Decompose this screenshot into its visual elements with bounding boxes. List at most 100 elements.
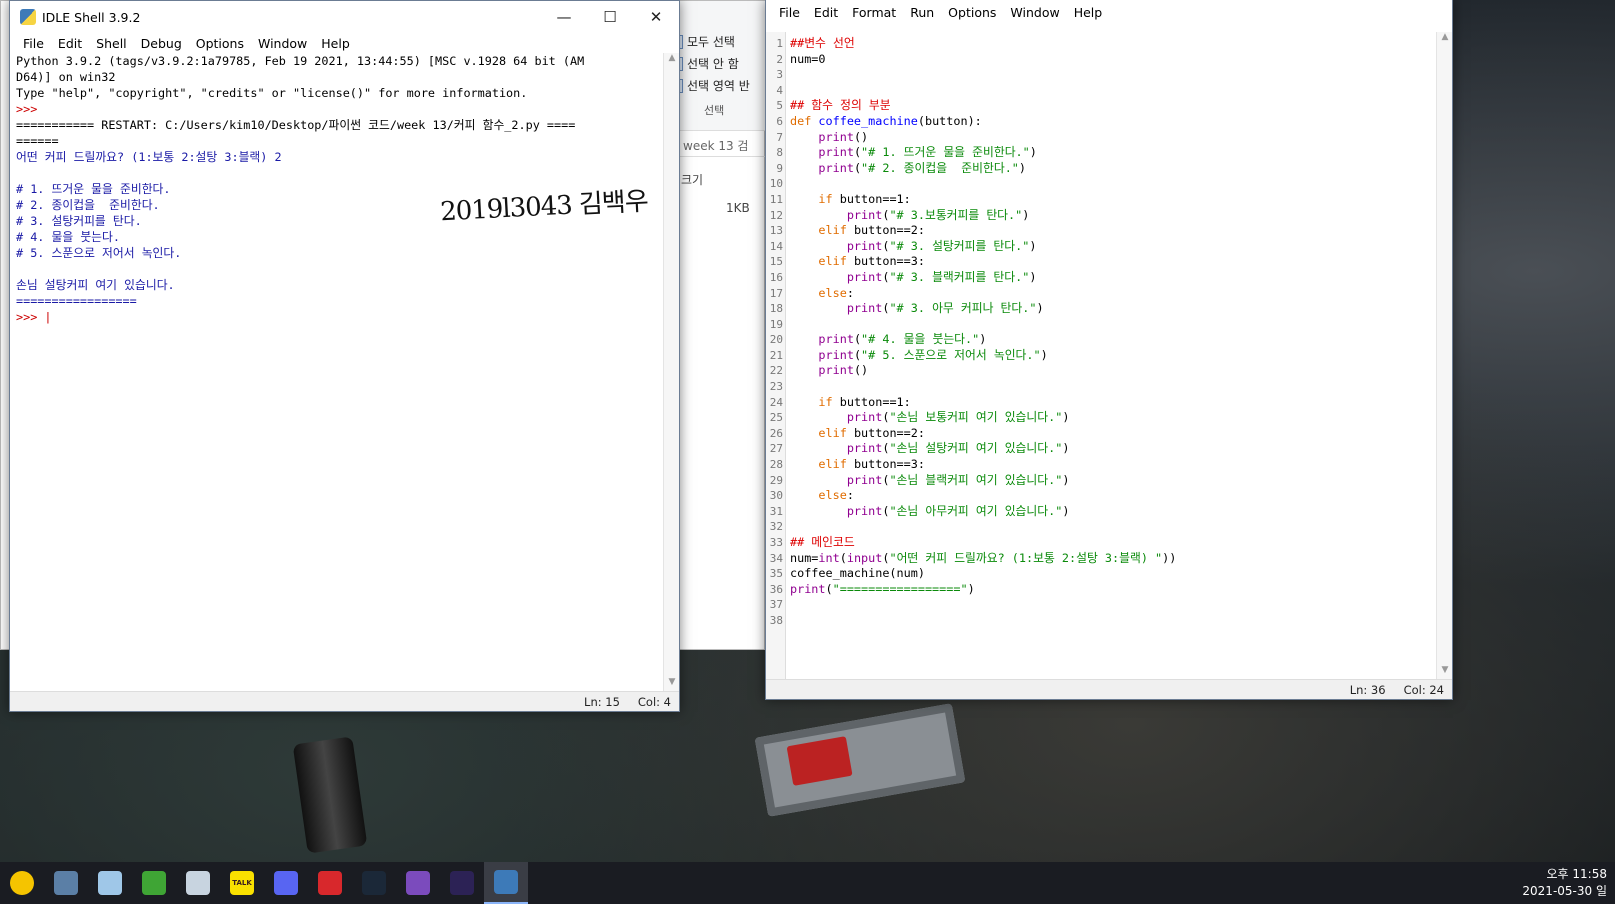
menu-file[interactable]: File [16, 36, 51, 51]
editor-menu-window[interactable]: Window [1003, 5, 1066, 20]
menu-help[interactable]: Help [314, 36, 357, 51]
shell-line: Type "help", "copyright", "credits" or "… [16, 86, 528, 100]
code-token: ) [1022, 207, 1030, 222]
menu-debug[interactable]: Debug [134, 36, 189, 51]
column-size-header[interactable]: 크기 [681, 171, 703, 188]
line-number: 21 [769, 348, 783, 362]
system-clock[interactable]: 오후 11:58 2021-05-30 일 [1522, 866, 1607, 900]
taskbar-discord-button[interactable] [264, 862, 308, 904]
code-token: def [790, 113, 819, 128]
visual-studio-icon [406, 871, 430, 895]
line-number: 28 [769, 458, 783, 472]
code-token: "# 3. 설탕커피를 탄다." [889, 238, 1030, 253]
code-editor[interactable]: ##변수 선언 num=0 ## 함수 정의 부분 def coffee_machi… [790, 36, 1432, 679]
taskbar-calculator-button[interactable] [44, 862, 88, 904]
taskbar-play-button[interactable] [0, 862, 44, 904]
taskbar-kakaotalk-button[interactable]: TALK [220, 862, 264, 904]
taskbar-torrent-button[interactable] [132, 862, 176, 904]
editor-line-number: Ln: 36 [1349, 682, 1386, 697]
menu-edit[interactable]: Edit [51, 36, 89, 51]
editor-statusbar: Ln: 36 Col: 24 [766, 679, 1452, 699]
code-token: num= [790, 550, 819, 565]
clock-time: 오후 11:58 [1546, 867, 1607, 881]
taskbar-notes-button[interactable] [88, 862, 132, 904]
code-line: ## 함수 정의 부분 [790, 98, 1432, 114]
code-token: ( [839, 550, 847, 565]
line-number-gutter: 1 2 3 4 5 6 7 8 9 10 11 12 13 14 15 16 17 18 19 20 21 22 23 24 2… [766, 32, 786, 679]
editor-scrollbar[interactable]: ▲ ▼ [1436, 32, 1452, 679]
shell-scrollbar[interactable]: ▲ ▼ [663, 53, 679, 691]
scroll-up-icon[interactable]: ▲ [664, 53, 680, 67]
editor-menu-file[interactable]: File [772, 5, 807, 20]
flash-icon [318, 871, 342, 895]
editor-menu-options[interactable]: Options [941, 5, 1003, 20]
code-line: if button==1: [790, 192, 1432, 208]
code-token: "# 3. 아무 커피나 탄다." [889, 301, 1037, 316]
invert-selection-button[interactable]: 선택 영역 반 [669, 77, 750, 94]
discord-icon [274, 871, 298, 895]
editor-menu-format[interactable]: Format [845, 5, 903, 20]
taskbar-eclipse-button[interactable] [440, 862, 484, 904]
taskbar-python-idle-button[interactable] [484, 862, 528, 904]
invert-selection-label: 선택 영역 반 [687, 79, 750, 93]
line-number: 2 [776, 52, 783, 66]
code-token: print [846, 410, 883, 425]
shell-line: # 5. 스푼으로 저어서 녹인다. [16, 246, 182, 260]
menu-shell[interactable]: Shell [89, 36, 134, 51]
calculator-icon [54, 871, 78, 895]
shell-line: D64)] on win32 [16, 70, 116, 84]
idle-shell-window: IDLE Shell 3.9.2 — ☐ ✕ File Edit Shell D… [9, 0, 680, 712]
shell-line: 어떤 커피 드릴까요? (1:보통 2:설탕 3:블랙) 2 [16, 150, 282, 164]
menu-options[interactable]: Options [189, 36, 251, 51]
code-line: print("# 3. 설탕커피를 탄다.") [790, 239, 1432, 255]
shell-output[interactable]: Python 3.9.2 (tags/v3.9.2:1a79785, Feb 1… [16, 53, 663, 691]
shell-line: >>> | [16, 310, 52, 324]
editor-menu-help[interactable]: Help [1067, 5, 1110, 20]
code-token: ) [1036, 301, 1044, 316]
editor-scroll-up-icon[interactable]: ▲ [1437, 32, 1453, 46]
editor-menu-run[interactable]: Run [903, 5, 941, 20]
taskbar-flash-button[interactable] [308, 862, 352, 904]
taskbar-cloud-button[interactable] [176, 862, 220, 904]
notes-icon [98, 871, 122, 895]
shell-titlebar[interactable]: IDLE Shell 3.9.2 — ☐ ✕ [10, 1, 679, 33]
code-token: ) [1029, 238, 1037, 253]
maximize-icon: ☐ [603, 8, 617, 26]
play-icon [10, 871, 34, 895]
close-button[interactable]: ✕ [633, 1, 679, 33]
editor-scroll-down-icon[interactable]: ▼ [1437, 665, 1453, 679]
line-number: 22 [769, 364, 783, 378]
code-line: coffee_machine(num) [790, 566, 1432, 582]
menu-window[interactable]: Window [251, 36, 314, 51]
maximize-button[interactable]: ☐ [587, 1, 633, 33]
editor-menu-edit[interactable]: Edit [807, 5, 845, 20]
minimize-button[interactable]: — [541, 1, 587, 33]
steam-icon [362, 871, 386, 895]
select-all-label: 모두 선택 [687, 35, 735, 49]
taskbar-visual-studio-button[interactable] [396, 862, 440, 904]
code-line: print() [790, 363, 1432, 379]
code-token: print [790, 581, 826, 596]
clock-date: 2021-05-30 일 [1522, 884, 1607, 898]
code-token: print [818, 160, 854, 175]
scroll-down-icon[interactable]: ▼ [664, 677, 680, 691]
taskbar-steam-button[interactable] [352, 862, 396, 904]
code-token: () [853, 363, 869, 378]
code-token: (button): [917, 113, 982, 128]
line-number: 34 [769, 551, 783, 565]
code-token: button==3: [846, 457, 925, 472]
idle-editor-window: File Edit Format Run Options Window Help… [765, 0, 1453, 700]
